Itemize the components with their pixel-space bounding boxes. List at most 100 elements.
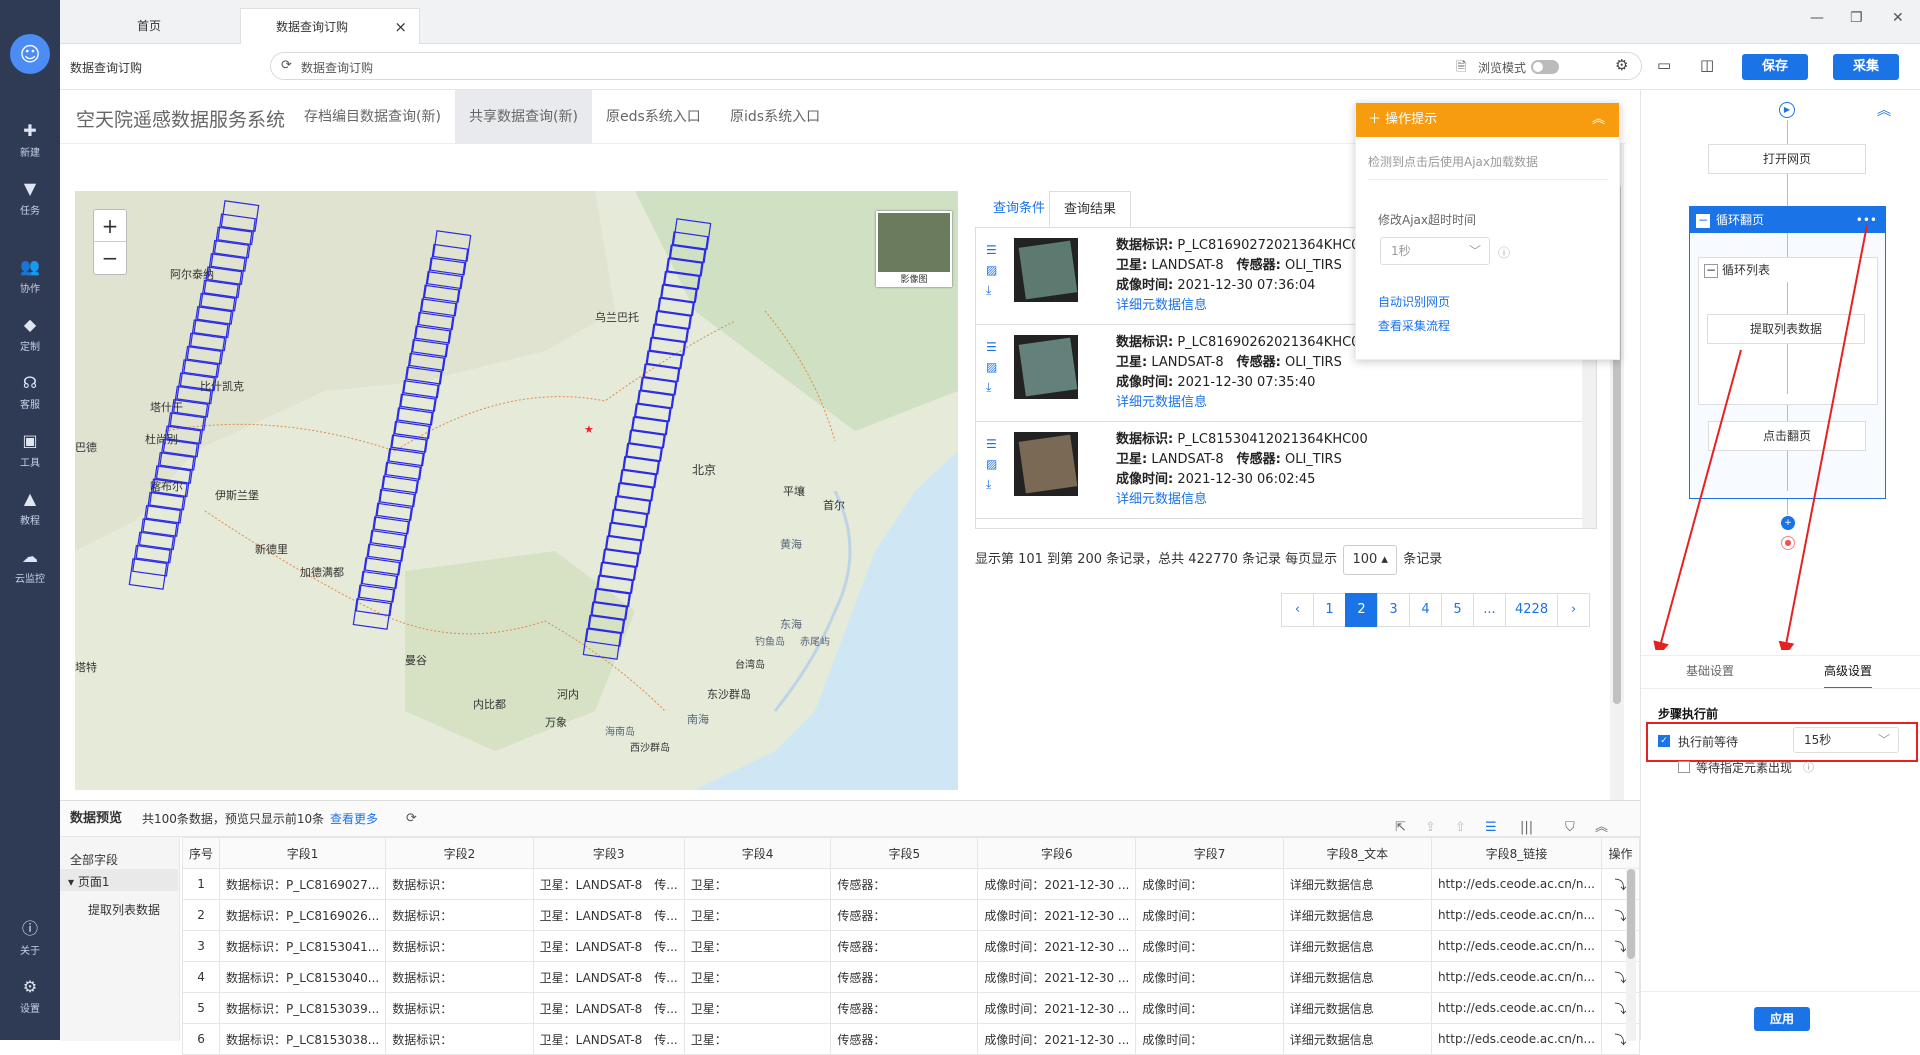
collect-button[interactable]: 采集 [1833, 54, 1899, 80]
scene-footprint[interactable] [196, 292, 236, 325]
zoom-out-button[interactable]: − [94, 242, 126, 274]
scene-footprint[interactable] [142, 505, 181, 537]
scene-footprint[interactable] [379, 475, 418, 508]
wait-before-checkbox[interactable]: ✓ [1658, 735, 1670, 747]
scene-footprint[interactable] [394, 407, 433, 440]
scene-footprint[interactable] [132, 544, 171, 577]
table-row[interactable]: 1 数据标识：P_LC8169027... 数据标识： 卫星：LANDSAT-8 传.… [181, 868, 1641, 900]
scene-footprint[interactable] [417, 298, 457, 331]
column-header[interactable]: 字段2 [385, 837, 534, 869]
refresh-icon[interactable]: ⟳ [406, 801, 417, 837]
collapse-icon[interactable]: ︽ [1592, 103, 1605, 137]
column-header[interactable]: 字段3 [532, 837, 685, 869]
scene-footprint[interactable] [391, 420, 430, 453]
page-button[interactable]: 3 [1377, 593, 1410, 627]
nav-eds-entry[interactable]: 原eds系统入口 [592, 90, 715, 144]
scene-footprint[interactable] [373, 502, 413, 535]
scene-footprint[interactable] [358, 570, 398, 603]
scene-footprint[interactable] [135, 531, 175, 564]
column-header[interactable]: 字段8_文本 [1282, 837, 1432, 869]
gear-icon[interactable]: ⚙ [1615, 56, 1628, 74]
auto-identify-link[interactable]: 自动识别网页 [1378, 293, 1450, 310]
scene-footprint[interactable] [186, 332, 226, 365]
scene-footprint[interactable] [220, 200, 260, 232]
scene-footprint[interactable] [210, 239, 250, 272]
browse-mode-toggle[interactable] [1531, 60, 1559, 74]
preview-scrollbar[interactable] [1626, 867, 1636, 1041]
wait-time-select[interactable]: 15秒 ﹀ [1793, 727, 1899, 753]
column-header[interactable]: 字段6 [977, 837, 1137, 869]
wait-element-checkbox[interactable] [1678, 761, 1690, 773]
tab-query-results[interactable]: 查询结果 [1049, 191, 1132, 227]
metadata-link[interactable]: 详细元数据信息 [1116, 298, 1207, 313]
image-icon[interactable]: ▨ [986, 457, 997, 471]
result-thumbnail[interactable] [1014, 335, 1078, 399]
reload-icon[interactable]: ⟳ [281, 58, 292, 73]
scene-footprint[interactable] [364, 543, 404, 576]
help-icon[interactable]: ⓘ [1803, 759, 1814, 775]
scene-footprint[interactable] [361, 557, 401, 590]
page-button[interactable]: 4 [1409, 593, 1442, 627]
window-close-icon[interactable]: ✕ [1892, 10, 1904, 26]
page-button[interactable]: 4228 [1505, 593, 1559, 627]
nav-collab[interactable]: 👥 协作 [0, 248, 60, 300]
scene-footprint[interactable] [200, 279, 239, 312]
download-icon[interactable]: ⤓ [986, 477, 991, 491]
list-icon[interactable]: ☰ [986, 340, 997, 354]
column-header[interactable]: 字段7 [1135, 837, 1284, 869]
scene-footprint[interactable] [138, 518, 178, 551]
image-icon[interactable]: ▨ [986, 360, 997, 374]
scene-footprint[interactable] [145, 491, 185, 524]
page-button[interactable]: 5 [1441, 593, 1474, 627]
scene-footprint[interactable] [376, 489, 416, 521]
app-logo-icon[interactable]: ☺ [10, 34, 50, 74]
save-button[interactable]: 保存 [1742, 54, 1808, 80]
scene-footprint[interactable] [403, 366, 442, 399]
scene-footprint[interactable] [190, 319, 229, 352]
table-row[interactable]: 3 数据标识：P_LC8153041... 数据标识： 卫星：LANDSAT-8 传.… [181, 930, 1641, 962]
zoom-in-button[interactable]: + [94, 210, 126, 242]
tab-data-query[interactable]: 数据查询订购 × [240, 8, 420, 44]
column-header[interactable]: 字段8_链接 [1430, 837, 1602, 869]
list-item[interactable]: ☰ ▨ ⤓ 数据标识: P_LC81530412021364KHC00 卫星: LA… [976, 422, 1582, 519]
address-bar[interactable]: ⟳ 数据查询订购 🗎 浏览模式 [270, 52, 1642, 80]
download-icon[interactable]: ⤓ [986, 283, 991, 297]
scene-footprint[interactable] [355, 584, 395, 617]
scene-footprint[interactable] [367, 529, 407, 562]
scene-footprint[interactable] [429, 243, 469, 276]
scene-footprint[interactable] [432, 230, 472, 262]
tab-basic-settings[interactable]: 基础设置 [1686, 662, 1734, 679]
nav-about[interactable]: ⓘ 关于 [0, 910, 60, 962]
table-row[interactable]: 6 数据标识：P_LC8153038... 数据标识： 卫星：LANDSAT-8 传.… [181, 1023, 1641, 1055]
imagery-basemap-thumb[interactable]: 影像图 [876, 211, 952, 287]
scene-footprint[interactable] [193, 306, 233, 338]
scene-footprint[interactable] [397, 393, 436, 426]
metadata-link[interactable]: 详细元数据信息 [1116, 395, 1207, 410]
scene-footprint[interactable] [411, 325, 451, 358]
result-thumbnail[interactable] [1014, 238, 1078, 302]
nav-tutorial[interactable]: ▲ 教程 [0, 480, 60, 532]
preview-scroll-thumb[interactable] [1627, 869, 1635, 959]
tab-advanced-settings[interactable]: 高级设置 [1824, 662, 1873, 689]
tree-all-fields[interactable]: 全部字段 [70, 851, 118, 868]
scene-footprint[interactable] [406, 352, 445, 385]
page-next-button[interactable]: › [1557, 593, 1591, 627]
column-header[interactable]: 字段1 [219, 837, 387, 869]
scene-footprint[interactable] [217, 213, 256, 246]
nav-tools[interactable]: ▣ 工具 [0, 422, 60, 474]
scene-footprint[interactable] [382, 461, 421, 494]
table-row[interactable]: 4 数据标识：P_LC8153040... 数据标识： 卫星：LANDSAT-8 传.… [181, 961, 1641, 993]
window-icon[interactable]: ◫ [1700, 56, 1714, 74]
page-button-current[interactable]: 2 [1345, 593, 1378, 627]
scene-footprint[interactable] [414, 311, 454, 344]
page-doc-icon[interactable]: 🗎 [1456, 58, 1466, 80]
view-more-link[interactable]: 查看更多 [330, 801, 378, 837]
tree-page[interactable]: ▾ 页面1 [68, 873, 109, 890]
nav-ids-entry[interactable]: 原ids系统入口 [716, 90, 834, 144]
scene-footprint[interactable] [385, 448, 424, 480]
list-icon[interactable]: ☰ [986, 243, 997, 257]
result-thumbnail[interactable] [1014, 432, 1078, 496]
view-flow-link[interactable]: 查看采集流程 [1378, 317, 1450, 334]
image-icon[interactable]: ▨ [986, 263, 997, 277]
scene-footprint[interactable] [408, 339, 448, 371]
